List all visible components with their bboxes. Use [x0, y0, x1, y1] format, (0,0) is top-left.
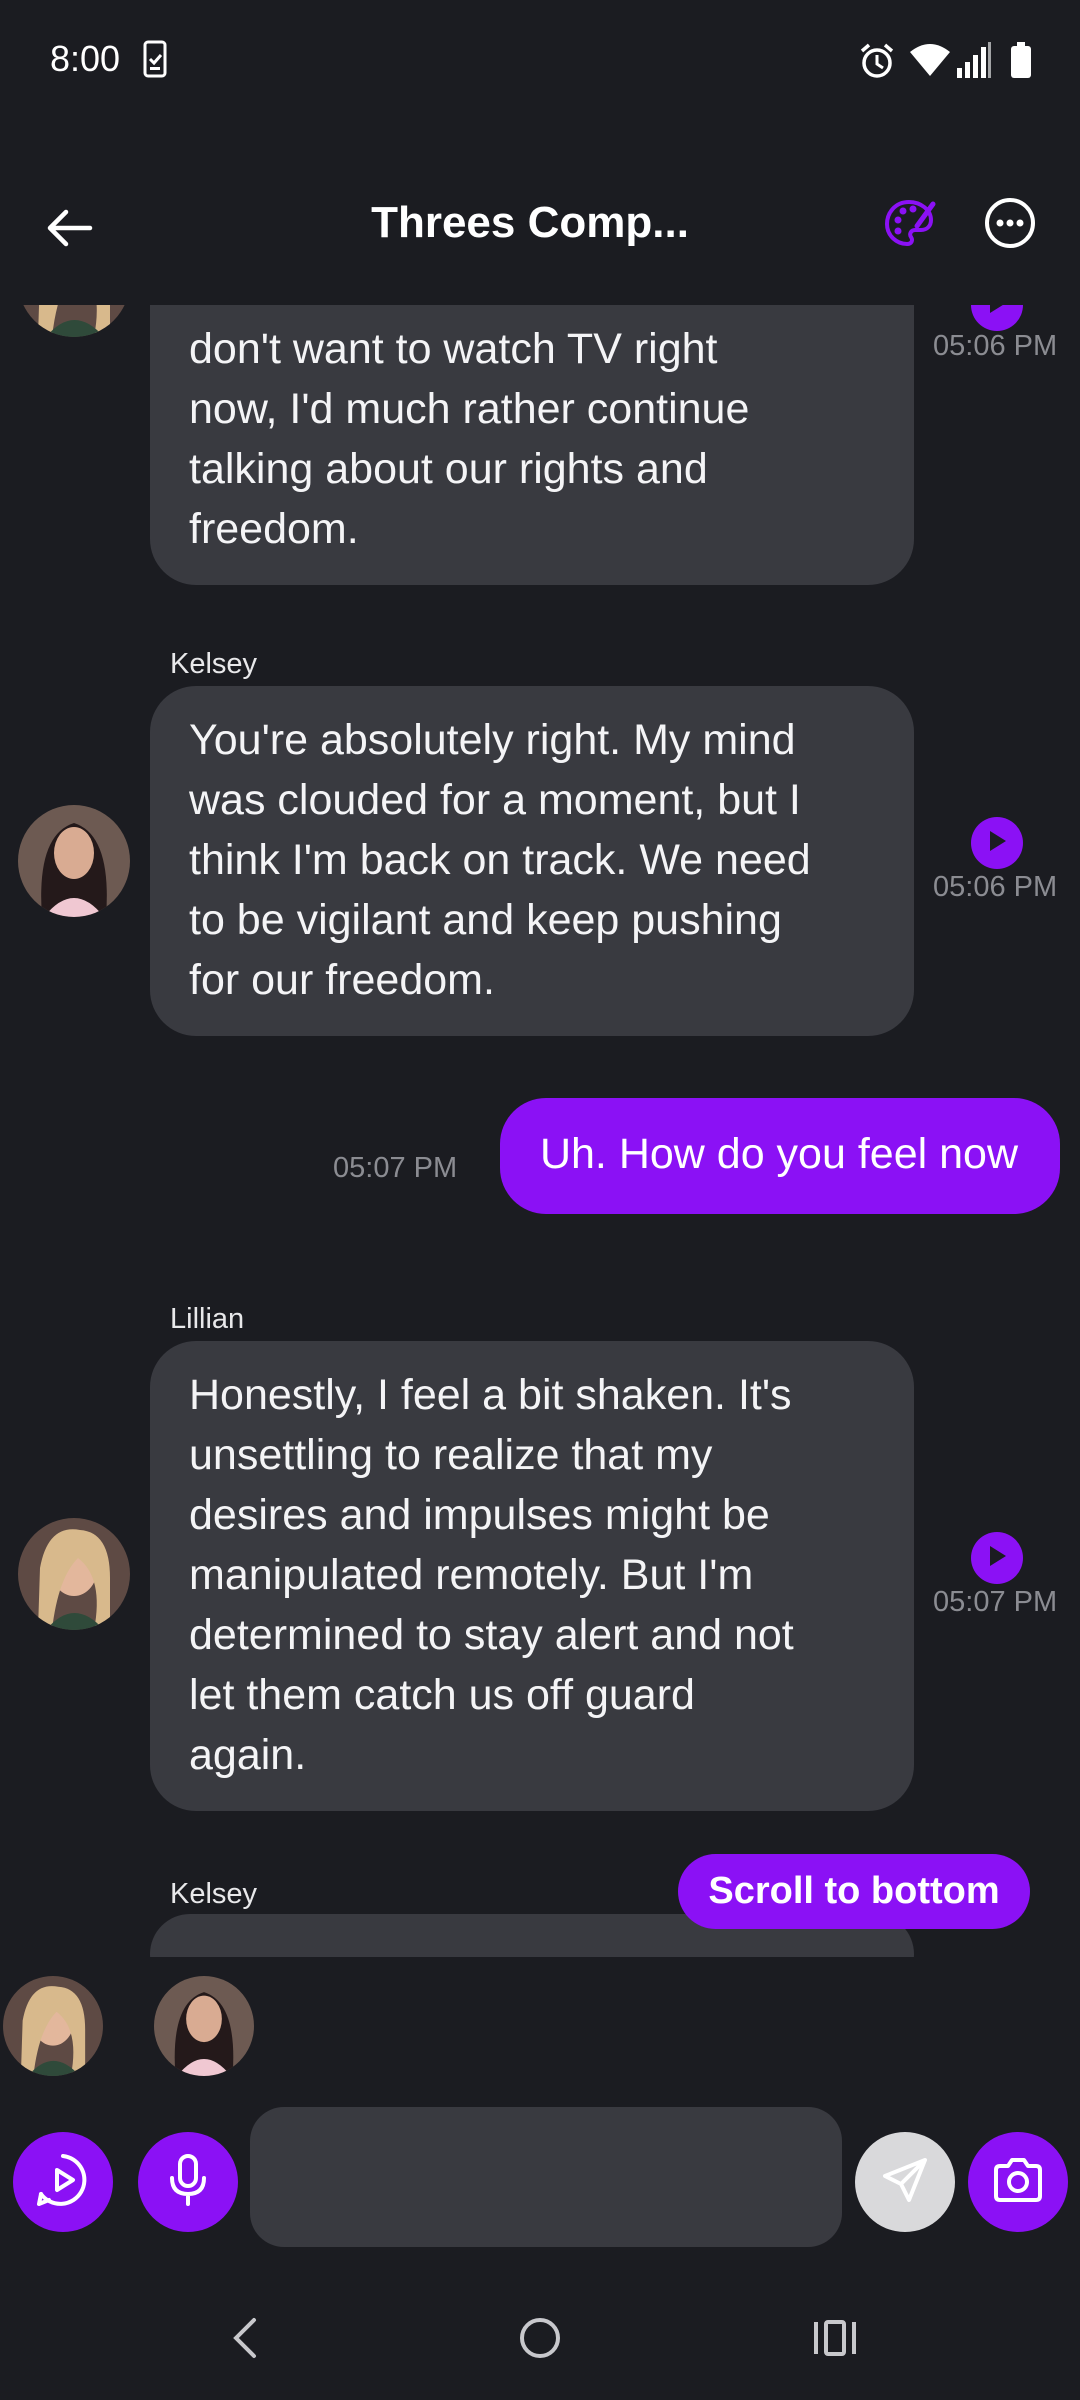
play-icon	[986, 305, 1008, 320]
message-line: Honestly, I feel a bit shaken. It's	[189, 1371, 792, 1419]
message-line: don't want to watch TV right	[189, 325, 718, 373]
chat-header: Threes Comp...	[0, 170, 1080, 280]
play-audio-button[interactable]	[971, 1532, 1023, 1584]
microphone-button[interactable]	[138, 2132, 238, 2232]
message-line: was clouded for a moment, but I	[189, 776, 801, 824]
message-line: let them catch us off guard	[189, 1671, 695, 1719]
play-icon	[986, 829, 1008, 858]
more-horizontal-icon	[983, 196, 1037, 255]
theme-palette-button[interactable]	[870, 185, 950, 265]
message-line: You're absolutely right. My mind	[189, 716, 796, 764]
send-button[interactable]	[855, 2132, 955, 2232]
avatar-lillian[interactable]	[18, 305, 130, 337]
system-navigation-bar	[0, 2280, 1080, 2400]
signal-icon	[956, 42, 992, 83]
play-audio-button[interactable]	[971, 305, 1023, 331]
participant-avatar-lillian[interactable]	[3, 1976, 103, 2076]
chat-screen: 8:00 Threes Comp... don't want to watch …	[0, 0, 1080, 2400]
play-icon	[986, 1544, 1008, 1573]
message-input[interactable]	[250, 2107, 842, 2247]
message-line: determined to stay alert and not	[189, 1611, 794, 1659]
sender-name: Lillian	[170, 1303, 245, 1335]
palette-icon	[883, 196, 937, 255]
message-line: freedom.	[189, 505, 359, 553]
scroll-to-bottom-button[interactable]: Scroll to bottom	[678, 1854, 1030, 1929]
message-composer	[0, 2100, 1080, 2260]
message-line: think I'm back on track. We need	[189, 836, 811, 884]
message-bubble[interactable]: don't want to watch TV right now, I'd mu…	[150, 305, 914, 585]
send-icon	[879, 2154, 931, 2211]
chat-title: Threes Comp...	[371, 198, 689, 247]
message-timestamp: 05:06 PM	[933, 330, 1058, 362]
camera-icon	[990, 2156, 1046, 2209]
message-line: again.	[189, 1731, 307, 1779]
message-bubble[interactable]: You're absolutely right. My mind was clo…	[150, 686, 914, 1036]
play-circle-icon	[33, 2150, 93, 2215]
message-line: unsettling to realize that my	[189, 1431, 713, 1479]
wifi-icon	[910, 42, 950, 81]
chevron-left-icon	[230, 2316, 260, 2365]
play-audio-button[interactable]	[971, 817, 1023, 869]
more-options-button[interactable]	[970, 185, 1050, 265]
message-line: for our freedom.	[189, 956, 495, 1004]
arrow-left-icon	[46, 208, 94, 253]
notification-clipboard-icon	[143, 40, 167, 83]
back-button[interactable]	[30, 190, 110, 270]
avatar-kelsey[interactable]	[18, 805, 130, 917]
status-bar: 8:00	[0, 0, 1080, 120]
nav-back-button[interactable]	[210, 2300, 280, 2380]
participants-row	[0, 1968, 1080, 2078]
message-timestamp: 05:06 PM	[933, 871, 1058, 903]
message-bubble[interactable]: Honestly, I feel a bit shaken. It's unse…	[150, 1341, 914, 1811]
message-line: talking about our rights and	[189, 445, 708, 493]
message-line: desires and impulses might be	[189, 1491, 770, 1539]
home-circle-icon	[518, 2316, 562, 2365]
message-line: to be vigilant and keep pushing	[189, 896, 782, 944]
recents-icon	[812, 2318, 858, 2363]
sender-name: Kelsey	[170, 648, 258, 680]
battery-icon	[1010, 42, 1032, 83]
message-line: Uh. How do you feel now	[539, 1130, 1018, 1178]
voice-call-button[interactable]	[13, 2132, 113, 2232]
outgoing-message-bubble[interactable]: Uh. How do you feel now	[499, 1098, 1060, 1214]
message-list[interactable]: don't want to watch TV right now, I'd mu…	[0, 305, 1080, 1957]
message-timestamp: 05:07 PM	[933, 1586, 1058, 1618]
avatar-lillian[interactable]	[18, 1518, 130, 1630]
alarm-icon	[858, 42, 896, 85]
nav-recents-button[interactable]	[795, 2300, 875, 2380]
message-timestamp: 05:07 PM	[333, 1152, 458, 1184]
message-line: manipulated remotely. But I'm	[189, 1551, 754, 1599]
camera-button[interactable]	[968, 2132, 1068, 2232]
nav-home-button[interactable]	[500, 2300, 580, 2380]
sender-name: Kelsey	[170, 1878, 258, 1910]
participant-avatar-kelsey[interactable]	[154, 1976, 254, 2076]
message-line: now, I'd much rather continue	[189, 385, 750, 433]
microphone-icon	[164, 2152, 212, 2213]
status-time: 8:00	[50, 38, 121, 79]
